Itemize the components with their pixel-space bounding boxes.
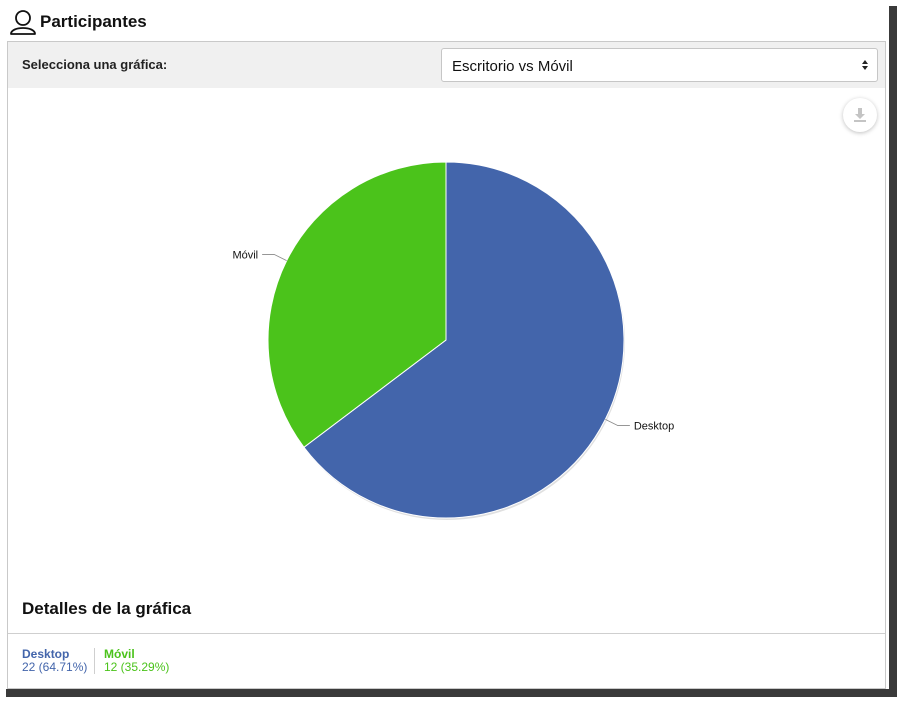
updown-arrows-icon xyxy=(862,60,868,70)
details-divider xyxy=(8,633,885,634)
legend-item-desktop: Desktop 22 (64.71%) xyxy=(22,648,87,674)
chart-type-select-value: Escritorio vs Móvil xyxy=(452,58,573,75)
frame-shadow-right xyxy=(889,6,897,696)
chart-selector-bar: Selecciona una gráfica: Escritorio vs Mó… xyxy=(8,42,885,88)
legend-value-movil: 12 (35.29%) xyxy=(104,660,170,674)
legend-separator xyxy=(94,648,95,674)
user-icon xyxy=(10,10,36,35)
chart-panel: Selecciona una gráfica: Escritorio vs Mó… xyxy=(7,41,886,689)
chart-type-select[interactable]: Escritorio vs Móvil xyxy=(441,48,878,82)
legend-item-movil: Móvil 12 (35.29%) xyxy=(104,648,169,674)
chart-selector-label: Selecciona una gráfica: xyxy=(22,57,168,72)
pie-label-connector xyxy=(262,254,287,262)
legend-value-desktop: 22 (64.71%) xyxy=(22,660,88,674)
pie-label-desktop: Desktop xyxy=(634,421,674,433)
pie-label-connector xyxy=(605,418,630,426)
pie-label-movil: Móvil xyxy=(232,249,258,261)
pie-chart: Desktop Móvil xyxy=(232,161,674,520)
frame-shadow-bottom xyxy=(6,689,897,697)
page-title: Participantes xyxy=(40,12,147,31)
details-title: Detalles de la gráfica xyxy=(22,599,192,618)
page-header: Participantes xyxy=(0,0,889,40)
